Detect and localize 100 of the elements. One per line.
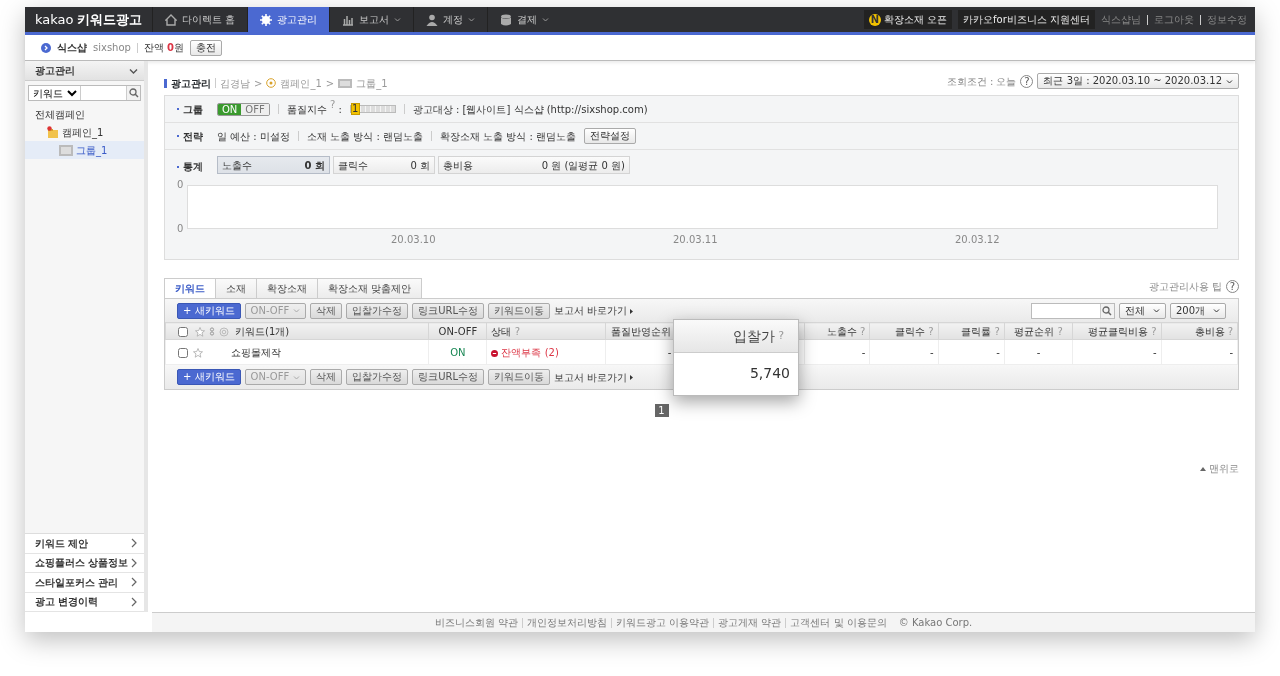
toolbar-button[interactable]: 입찰가수정 xyxy=(346,302,409,319)
search-field[interactable] xyxy=(1030,302,1115,319)
tree-item[interactable]: 캠페인_1 xyxy=(25,123,144,141)
caret-icon xyxy=(1213,308,1220,313)
row-label: 통계 xyxy=(183,160,203,174)
tip-link[interactable]: 광고관리사용 팁 xyxy=(1148,279,1222,294)
triangle-icon xyxy=(630,308,634,314)
search-icon xyxy=(128,88,139,98)
strategy-text: 소재 노출 방식 : 랜덤노출 xyxy=(306,129,423,144)
footer-link[interactable]: 키워드광고 이용약관 xyxy=(616,615,710,630)
account-name: 식스샵 xyxy=(57,41,87,55)
toolbar-button[interactable]: 삭제 xyxy=(310,369,343,385)
breadcrumb-root[interactable]: 광고관리 xyxy=(171,75,211,91)
report-link[interactable]: 보고서 바로가기 xyxy=(554,369,634,385)
stat-tab[interactable]: 총비용 0 원 (일평균 0 원) xyxy=(438,156,630,174)
copyright-text: © Kakao Corp. xyxy=(898,616,973,630)
new-badge: N xyxy=(868,13,881,26)
meter-fill: 1 xyxy=(350,103,360,115)
toolbar-button[interactable]: 키워드이동 xyxy=(488,369,551,385)
caret-icon xyxy=(542,17,550,22)
footer-link[interactable]: 광고게재 약관 xyxy=(718,615,782,630)
new-keyword-button[interactable]: + 새키워드 xyxy=(177,302,241,319)
header-link[interactable]: 로그아웃 xyxy=(1154,12,1194,27)
sidebar-menu-item[interactable]: 광고 변경이력 xyxy=(25,592,144,612)
table-cell: - xyxy=(1152,347,1157,358)
period-label: 조회조건 : 오늘 xyxy=(946,74,1017,89)
help-mark: ? xyxy=(778,327,784,344)
toolbar-button[interactable]: 링크URL수정 xyxy=(412,302,485,319)
axis-label: 0 xyxy=(177,178,184,192)
toolbar-button[interactable]: 입찰가수정 xyxy=(346,369,409,385)
column-header: ON-OFF xyxy=(438,325,478,337)
folder-icon xyxy=(47,126,59,138)
table-cell: 쇼핑몰제작 xyxy=(231,347,281,358)
checkbox[interactable] xyxy=(178,348,188,358)
popup-header: 입찰가 xyxy=(733,326,776,346)
triangle-icon xyxy=(630,375,634,380)
chevron-right-icon xyxy=(130,538,138,549)
axis-label: 0 xyxy=(177,222,184,236)
chevron-right-icon xyxy=(130,557,138,568)
ad-target-text: 광고대상 : [웹사이트] 식스샵 (http://sixshop.com) xyxy=(412,102,648,117)
period-select[interactable]: 최근 3일 : 2020.03.10 ~ 2020.03.12 xyxy=(1037,73,1239,89)
sidebar-menu-item[interactable]: 키워드 제안 xyxy=(25,534,144,554)
caret-icon xyxy=(394,17,402,22)
toolbar-button[interactable]: 삭제 xyxy=(310,302,343,319)
breadcrumb-separator: > xyxy=(325,76,335,91)
logo-title: 키워드광고 xyxy=(76,10,142,29)
toolbar-button[interactable]: 링크URL수정 xyxy=(412,369,485,385)
target-icon xyxy=(219,326,229,337)
scroll-top-link[interactable]: 맨위로 xyxy=(1199,461,1239,476)
stat-tab[interactable]: 클릭수 0 회 xyxy=(333,156,435,174)
search-icon xyxy=(1102,305,1113,316)
column-header: 키워드(1개) xyxy=(235,325,290,337)
column-header: 클릭률 ? xyxy=(961,325,1000,337)
sidebar-menu-item[interactable]: 스타일포커스 관리 xyxy=(25,573,144,593)
star-icon xyxy=(195,326,205,337)
tab[interactable]: 소재 xyxy=(215,278,257,298)
tab[interactable]: 확장소재 xyxy=(256,278,318,298)
popup-value: 5,740 xyxy=(748,364,791,383)
tree-item[interactable]: 그룹_1 xyxy=(25,141,144,159)
filter-select[interactable]: 전체 xyxy=(1118,302,1166,319)
strategy-button[interactable]: 전략설정 xyxy=(584,128,637,144)
on-off-text: ON xyxy=(450,347,466,358)
column-header: 총비용 ? xyxy=(1194,325,1233,337)
tree-item[interactable]: 전체캠페인 xyxy=(25,105,144,123)
toolbar-button[interactable]: 키워드이동 xyxy=(488,302,551,319)
table-cell: - xyxy=(1036,347,1041,358)
column-header: 평균클릭비용 ? xyxy=(1088,325,1157,337)
minus-circle-icon xyxy=(491,349,499,357)
header-link[interactable]: 정보수정 xyxy=(1207,12,1247,27)
header-link[interactable]: 식스샵님 xyxy=(1101,12,1141,27)
page-button[interactable]: 1 xyxy=(654,404,669,417)
footer-link[interactable]: 고객센터 및 이용문의 xyxy=(790,615,887,630)
on-off-toggle[interactable]: ON OFF xyxy=(217,102,270,116)
search-button[interactable] xyxy=(126,86,140,100)
logo-text[interactable]: kakao xyxy=(35,9,74,30)
axis-label: 20.03.11 xyxy=(673,233,718,247)
table-cell: - xyxy=(667,347,672,358)
tab[interactable]: 확장소재 맞춤제안 xyxy=(317,278,423,298)
filter-select[interactable]: 200개 xyxy=(1169,302,1226,319)
footer-link[interactable]: 비즈니스회원 약관 xyxy=(434,615,518,630)
row-label: 전략 xyxy=(183,129,203,144)
charge-button[interactable]: 충전 xyxy=(190,39,223,56)
caret-icon xyxy=(293,308,301,313)
person-icon xyxy=(426,13,439,26)
tab[interactable]: 키워드 xyxy=(164,278,216,298)
sidebar-menu-item[interactable]: 쇼핑플러스 상품정보 xyxy=(25,553,144,573)
footer-link[interactable]: 개인정보처리방침 xyxy=(527,615,607,630)
status-text: 잔액부족 (2) xyxy=(501,347,559,358)
promo-link[interactable]: N 확장소재 오픈 xyxy=(863,10,953,29)
search-field[interactable]: 키워드 xyxy=(28,85,141,101)
nav-tab[interactable]: 광고관리 xyxy=(247,7,330,32)
checkbox[interactable] xyxy=(178,326,188,337)
sidebar-title: 광고관리 xyxy=(35,64,75,78)
report-link[interactable]: 보고서 바로가기 xyxy=(554,303,634,318)
support-link[interactable]: 카카오for비즈니스 지원센터 xyxy=(958,10,1095,29)
group-icon xyxy=(338,78,353,88)
column-header: 클릭수 ? xyxy=(895,325,934,337)
new-keyword-button[interactable]: + 새키워드 xyxy=(177,369,241,385)
stat-tab[interactable]: 노출수 0 회 xyxy=(217,156,330,174)
bar-chart-icon xyxy=(342,13,355,26)
